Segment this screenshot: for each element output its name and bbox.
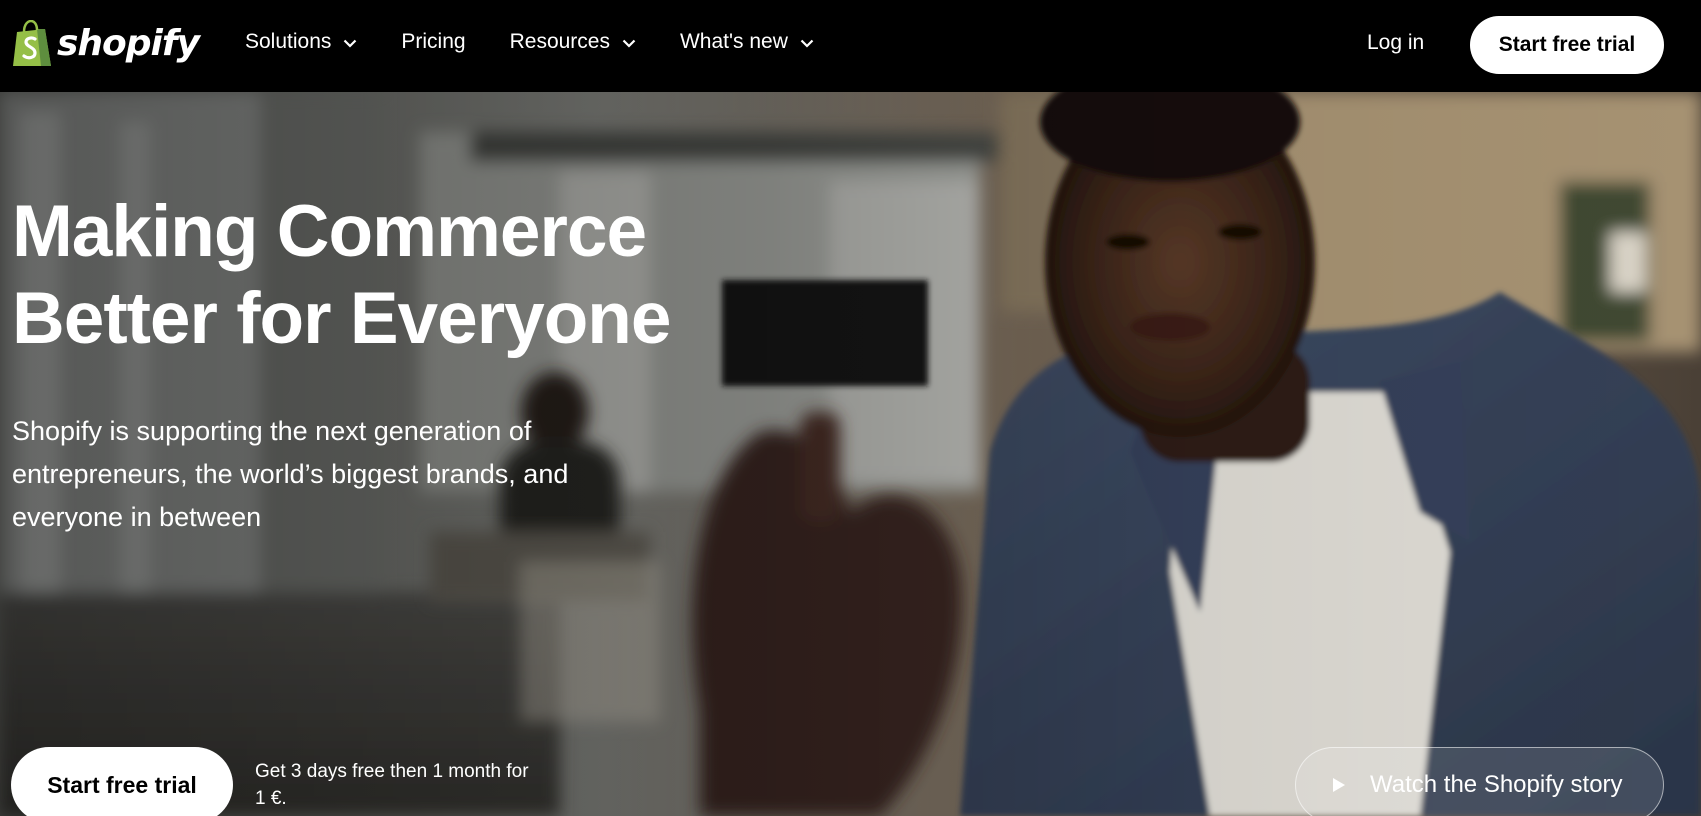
login-link[interactable]: Log in: [1367, 31, 1424, 55]
trial-offer-note: Get 3 days free then 1 month for 1 €.: [255, 761, 529, 809]
logo-wordmark: shopify: [57, 23, 200, 64]
hero-section: Making Commerce Better for Everyone Shop…: [0, 92, 1701, 816]
chevron-down-icon: [800, 39, 814, 48]
hero-headline-line1: Making Commerce: [12, 191, 647, 272]
main-menu: Solutions Pricing Resources What's new: [245, 30, 858, 54]
shopify-bag-icon: [13, 20, 51, 66]
nav-solutions[interactable]: Solutions: [245, 30, 357, 54]
nav-whats-new-label: What's new: [679, 30, 788, 53]
hero-subtext: Shopify is supporting the next generatio…: [12, 416, 569, 532]
nav-pricing-label: Pricing: [401, 30, 466, 53]
nav-solutions-label: Solutions: [245, 30, 332, 53]
nav-start-trial-button[interactable]: Start free trial: [1470, 16, 1664, 74]
nav-whats-new[interactable]: What's new: [680, 30, 814, 54]
hero-headline-line2: Better for Everyone: [12, 278, 671, 359]
nav-resources[interactable]: Resources: [510, 30, 636, 54]
chevron-down-icon: [344, 39, 357, 48]
watch-story-button[interactable]: Watch the Shopify story: [1295, 747, 1664, 816]
watch-story-label: Watch the Shopify story: [1370, 771, 1623, 798]
nav-pricing[interactable]: Pricing: [401, 30, 465, 54]
chevron-down-icon: [622, 39, 636, 48]
hero-start-trial-button[interactable]: Start free trial: [11, 747, 233, 816]
hero-headline: Making Commerce Better for Everyone: [12, 188, 732, 362]
shopify-logo[interactable]: shopify: [11, 19, 200, 69]
play-icon: [1333, 778, 1345, 792]
nav-resources-label: Resources: [509, 30, 610, 53]
top-navigation: shopify Solutions Pricing Resources What…: [0, 0, 1701, 92]
